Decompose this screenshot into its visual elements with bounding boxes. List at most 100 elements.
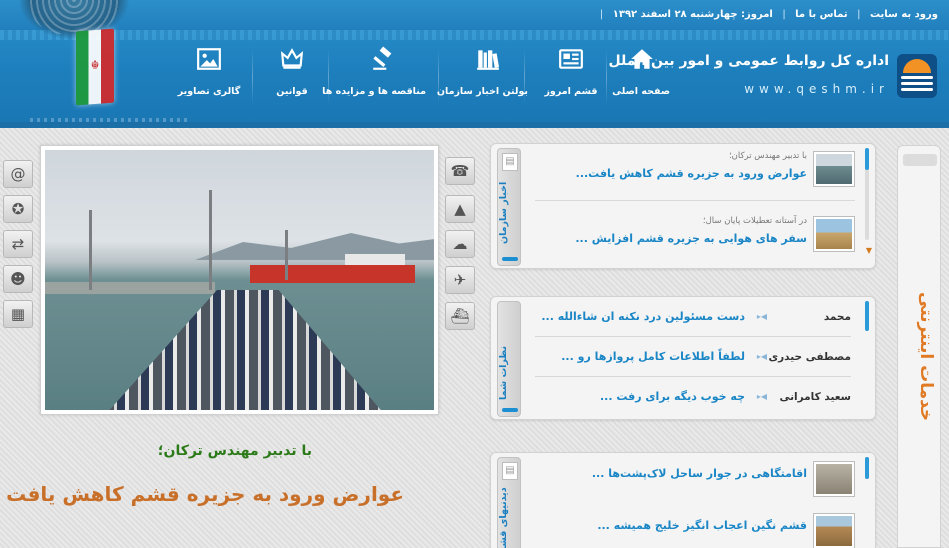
divider (535, 200, 855, 201)
document-icon: ▤ (502, 462, 518, 480)
newspaper-icon (559, 49, 583, 69)
at-icon[interactable]: @ (3, 160, 33, 188)
tab-accent-bar (502, 257, 518, 261)
comment-text[interactable]: دست مسئولین درد نکنه ان شاءالله ... (541, 310, 745, 323)
header-bottom-bar (0, 122, 949, 128)
top-bar: ورود به سایت | تماس با ما | امروز: چهارش… (0, 0, 949, 30)
picture-icon (197, 48, 221, 70)
support-icon[interactable]: ☻ (3, 265, 33, 293)
phone-icon[interactable]: ☎ (445, 157, 475, 185)
news-panel: ▤ اخبار سازمان با تدبیر مهندس ترکان؛ عوا… (490, 143, 876, 269)
site-url[interactable]: www.qeshm.ir (744, 82, 889, 96)
nav-laws[interactable]: قوانین (264, 42, 320, 106)
crown-icon (280, 48, 304, 69)
sights-panel-tab[interactable]: ▤ دیدنیهای قشم (497, 457, 521, 548)
comment-text[interactable]: چه خوب دیگه برای رفت ... (600, 390, 745, 403)
photo-pole (89, 210, 92, 290)
comments-tab-label: نظرات شما (498, 345, 509, 401)
comments-panel-tab[interactable]: نظرات شما (497, 301, 521, 417)
calendar-icon[interactable]: ▦ (3, 300, 33, 328)
nav-home[interactable]: صفحه اصلی (612, 42, 670, 106)
news-meta: در آستانه تعطیلات پایان سال؛ (702, 216, 807, 226)
nav-label: قوانین (276, 86, 308, 97)
org-title: اداره کل روابط عمومی و امور بین الملل (608, 53, 889, 69)
sight-title[interactable]: اقامتگاهی در جوار ساحل لاک‌پشت‌ها ... (592, 467, 807, 480)
map-icon[interactable]: ▲ (445, 195, 475, 223)
login-link[interactable]: ورود به سایت (870, 9, 938, 20)
thumb-image (816, 464, 852, 494)
arrow-icon: ◀▸ (756, 392, 767, 401)
thumb-image (816, 516, 852, 546)
flag-emblem-icon: ☬ (90, 58, 100, 72)
header-stripe (0, 30, 949, 40)
scroll-thumb[interactable] (865, 148, 869, 170)
sight-item[interactable]: قشم نگین اعجاب انگیز خلیج همیشه ... (525, 513, 855, 548)
left-quick-links: @ ✪ ⇄ ☻ ▦ (3, 155, 33, 335)
news-item[interactable]: در آستانه تعطیلات پایان سال؛ سفر های هوا… (525, 216, 855, 256)
comment-text[interactable]: لطفاً اطلاعات کامل پروازها رو ... (561, 350, 745, 363)
sight-title[interactable]: قشم نگین اعجاب انگیز خلیج همیشه ... (597, 519, 807, 532)
nav-label: بولتن اخبار سازمان (436, 86, 528, 97)
nav-qeshm-today[interactable]: قشم امروز (540, 42, 602, 106)
contact-link[interactable]: تماس با ما (795, 9, 847, 20)
logo-wave (901, 82, 933, 85)
arrow-icon: ◀▸ (756, 352, 767, 361)
ship-icon[interactable]: ⛴ (445, 302, 475, 330)
news-item[interactable]: با تدبیر مهندس ترکان؛ عوارض ورود به جزیر… (525, 151, 855, 191)
photo-ferry-cars (105, 290, 385, 410)
internet-services-panel[interactable]: خدمات اینترنتی (897, 145, 941, 548)
comment-row[interactable]: سعید کامرانی ◀▸ چه خوب دیگه برای رفت ... (535, 379, 851, 417)
nav-news-bulletin[interactable]: بولتن اخبار سازمان (436, 42, 528, 106)
sights-tab-label: دیدنیهای قشم (498, 487, 509, 548)
news-panel-tab[interactable]: ▤ اخبار سازمان (497, 148, 521, 266)
news-thumbnail (813, 216, 855, 252)
nav-separator (252, 50, 253, 104)
logo-wave (901, 88, 933, 91)
separator: | (782, 9, 786, 20)
hero-image-frame[interactable] (40, 145, 439, 415)
commenter-name: مصطفی حیدری (768, 351, 852, 363)
gavel-icon (373, 46, 392, 70)
scroll-down-icon[interactable]: ▼ (866, 246, 872, 255)
services-header-bar (903, 154, 937, 166)
top-links: ورود به سایت | تماس با ما | امروز: چهارش… (597, 9, 941, 20)
nav-label: گالری تصاویر (177, 86, 241, 97)
logo-wave (901, 76, 933, 79)
airplane-icon[interactable]: ✈ (445, 266, 475, 294)
qeshm-logo[interactable] (897, 54, 937, 98)
nav-tenders[interactable]: مناقصه ها و مزایده ها (322, 42, 426, 106)
sights-panel: ▤ دیدنیهای قشم اقامتگاهی در جوار ساحل لا… (490, 452, 876, 548)
scroll-thumb[interactable] (865, 301, 869, 331)
cloud-icon[interactable]: ☁ (445, 230, 475, 258)
commenter-name: محمد (823, 311, 851, 323)
nav-separator (606, 50, 607, 104)
news-tab-label: اخبار سازمان (498, 181, 509, 245)
news-title[interactable]: سفر های هوایی به جزیره قشم افزایش ... (575, 232, 807, 245)
divider (535, 336, 851, 337)
nav-separator (438, 50, 439, 104)
exchange-icon[interactable]: ⇄ (3, 230, 33, 258)
logo-sun (903, 59, 931, 73)
scroll-thumb[interactable] (865, 457, 869, 479)
hero-title[interactable]: عوارض ورود به جزیره قشم کاهش یافت (6, 482, 404, 506)
sights-scrollbar[interactable] (865, 457, 869, 479)
sight-thumbnail (813, 461, 855, 497)
sight-item[interactable]: اقامتگاهی در جوار ساحل لاک‌پشت‌ها ... (525, 461, 855, 501)
nav-label: صفحه اصلی (612, 86, 670, 97)
commenter-name: سعید کامرانی (779, 391, 851, 403)
compass-icon[interactable]: ✪ (3, 195, 33, 223)
nav-gallery[interactable]: گالری تصاویر (176, 42, 242, 106)
today-date: امروز: چهارشنبه ۲۸ اسفند ۱۳۹۲ (612, 9, 773, 20)
news-scrollbar[interactable] (865, 148, 869, 240)
sight-thumbnail (813, 513, 855, 548)
hero-subtitle: با تدبیر مهندس ترکان؛ (157, 443, 312, 459)
news-thumbnail (813, 151, 855, 187)
comments-scrollbar[interactable] (865, 301, 869, 331)
divider (535, 376, 851, 377)
news-title[interactable]: عوارض ورود به جزیره قشم کاهش یافت... (576, 167, 807, 180)
comment-row[interactable]: محمد ◀▸ دست مسئولین درد نکنه ان شاءالله … (535, 299, 851, 337)
comment-row[interactable]: مصطفی حیدری ◀▸ لطفاً اطلاعات کامل پروازه… (535, 339, 851, 377)
books-icon (477, 50, 500, 70)
nav-label: مناقصه ها و مزایده ها (322, 86, 426, 97)
nav-label: قشم امروز (544, 86, 598, 97)
